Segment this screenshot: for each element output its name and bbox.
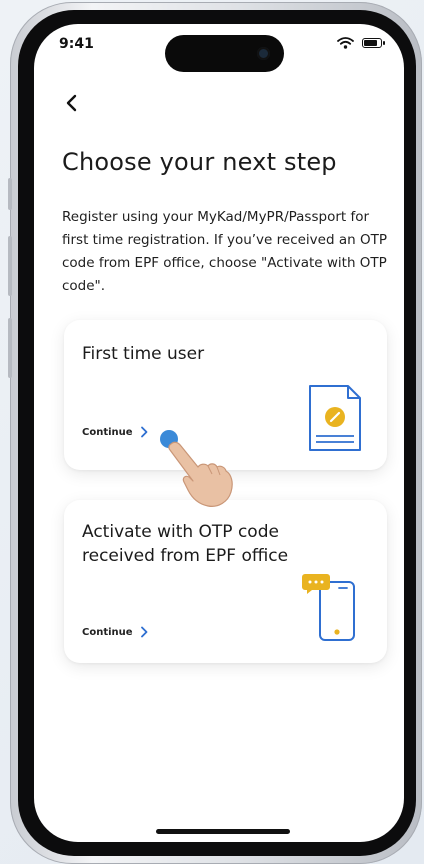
back-button[interactable]: [58, 90, 84, 116]
continue-label: Continue: [82, 626, 133, 638]
chevron-right-icon: [140, 626, 147, 638]
app-screen: 9:41 Choose your next step Register usin…: [34, 24, 404, 842]
camera-icon: [257, 47, 270, 60]
dynamic-island: [165, 35, 284, 72]
continue-label: Continue: [82, 426, 133, 438]
page-title: Choose your next step: [62, 148, 337, 176]
device-mockup: 9:41 Choose your next step Register usin…: [0, 0, 424, 864]
page-description: Register using your MyKad/MyPR/Passport …: [62, 209, 387, 294]
phone-otp-icon: [302, 574, 355, 641]
continue-link[interactable]: Continue: [82, 626, 148, 638]
option-title: Activate with OTP code received from EPF…: [82, 522, 289, 566]
pointing-hand-icon: [168, 441, 233, 507]
battery-icon: [362, 38, 385, 48]
id-document-icon: [309, 385, 361, 451]
volume-up-button: [8, 236, 12, 296]
home-indicator: [156, 829, 290, 834]
option-card-activate-otp[interactable]: Activate with OTP code received from EPF…: [64, 500, 387, 663]
continue-link[interactable]: Continue: [82, 426, 148, 438]
status-icons: [337, 37, 385, 49]
volume-down-button: [8, 318, 12, 378]
chevron-left-icon: [66, 94, 77, 112]
chevron-right-icon: [140, 426, 147, 438]
status-time: 9:41: [59, 36, 94, 52]
wifi-icon: [337, 37, 354, 49]
mute-switch: [8, 178, 12, 210]
option-title: First time user: [82, 344, 205, 364]
